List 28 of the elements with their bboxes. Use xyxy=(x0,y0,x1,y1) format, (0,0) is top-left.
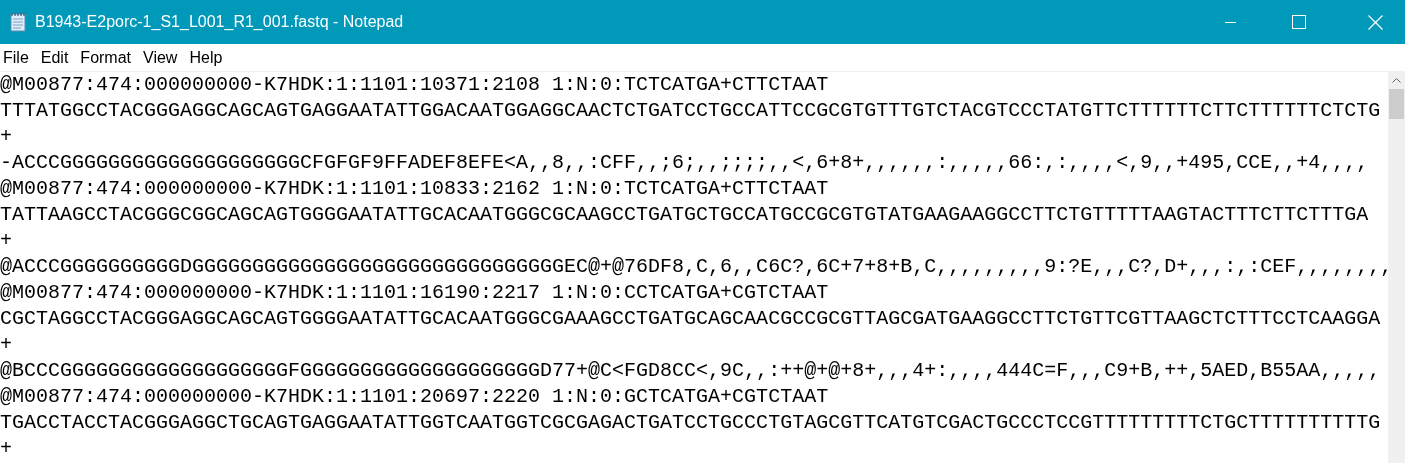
window-title: B1943-E2porc-1_S1_L001_R1_001.fastq - Notepad xyxy=(35,12,404,32)
menu-item[interactable]: File xyxy=(0,45,32,70)
text-line: TTTATGGCCTACGGGAGGCAGCAGTGAGGAATATTGGACAATGGAGGCAACTCTGATCCTGCCATTCCGCGTGTTTGTCTACGTCCCTATGTTCTTTTTTCTTCTTTTTTCTCTG xyxy=(0,99,1381,122)
text-line: TGACCTACCTACGGGAGGCTGCAGTGAGGAATATTGGTCAATGGTCGCGAGACTGATCCTGCCCTGTAGCGTTCATGTCGACTGCCCTCCGTTTTTTTTTCTGCTTTTTTTTTTG xyxy=(0,411,1381,434)
text-line: CGCTAGGCCTACGGGAGGCAGCAGTGGGGAATATTGCACAATGGGCGAAAGCCTGATGCAGCAACGCCGCGTTAGCGATGAAGGCCTTCTGTTCGTTAAGCTCTTTCCTCAAGGA xyxy=(0,307,1381,330)
scrollbar-thumb[interactable] xyxy=(1389,89,1404,119)
text-line: + xyxy=(0,125,12,148)
text-line: @M00877:474:000000000-K7HDK:1:1101:20697:2220 1:N:0:GCTCATGA+CGTCTAAT xyxy=(0,385,829,408)
menu-item[interactable]: View xyxy=(140,45,181,70)
text-line: @M00877:474:000000000-K7HDK:1:1101:16190:2217 1:N:0:CCTCATGA+CGTCTAAT xyxy=(0,281,829,304)
text-line: TATTAAGCCTACGGGCGGCAGCAGTGGGGAATATTGCACAATGGGCGCAAGCCTGATGCTGCCATGCCGCGTGTATGAAGAAGGCCTTCTGTTTTTAAGTACTTTCTTCTTTGA xyxy=(0,203,1369,226)
text-line: @ACCCGGGGGGGGGGDGGGGGGGGGGGGGGGGGGGGGGGGGGGGGGGEC@+@76DF8,C,6,,C6C?,6C+7+8+B,C,,,,,,,,,9:?E,,,C?,D+,,,:,:CEF,,,,,,,, xyxy=(0,255,1388,278)
menu-item[interactable]: Help xyxy=(186,45,226,70)
text-line: + xyxy=(0,229,12,252)
text-line: @M00877:474:000000000-K7HDK:1:1101:10371:2108 1:N:0:TCTCATGA+CTTCTAAT xyxy=(0,73,829,96)
minimize-icon xyxy=(1224,21,1236,23)
menu-item[interactable]: Edit xyxy=(37,45,72,70)
scroll-up-icon[interactable] xyxy=(1392,78,1401,83)
text-line: @BCCCGGGGGGGGGGGGGGGGGGGFGGGGGGGGGGGGGGGGGGGGD77+@C<FGD8CC<,9C,,:++@+@+8+,,,4+:,,,,444C=F,,,C9+B,++,5AED,B55AA,,,,, xyxy=(0,359,1381,382)
text-line: @M00877:474:000000000-K7HDK:1:1101:10833:2162 1:N:0:TCTCATGA+CTTCTAAT xyxy=(0,177,829,200)
close-icon xyxy=(1367,14,1383,30)
text-line: + xyxy=(0,333,12,356)
notepad-icon xyxy=(9,12,27,32)
maximize-icon xyxy=(1292,15,1306,29)
text-line: + xyxy=(0,437,12,460)
menu-item[interactable]: Format xyxy=(77,45,135,70)
text-line: -ACCCGGGGGGGGGGGGGGGGGGGGCFGFGF9FFADEF8EFE<A,,8,,:CFF,,;6;,,;;;;,,<,6+8+,,,,,,:,,,,,66:,:,,,,<,9,,+495,CCE,,+4,,,, xyxy=(0,151,1369,174)
scrollbar[interactable] xyxy=(1388,72,1405,463)
